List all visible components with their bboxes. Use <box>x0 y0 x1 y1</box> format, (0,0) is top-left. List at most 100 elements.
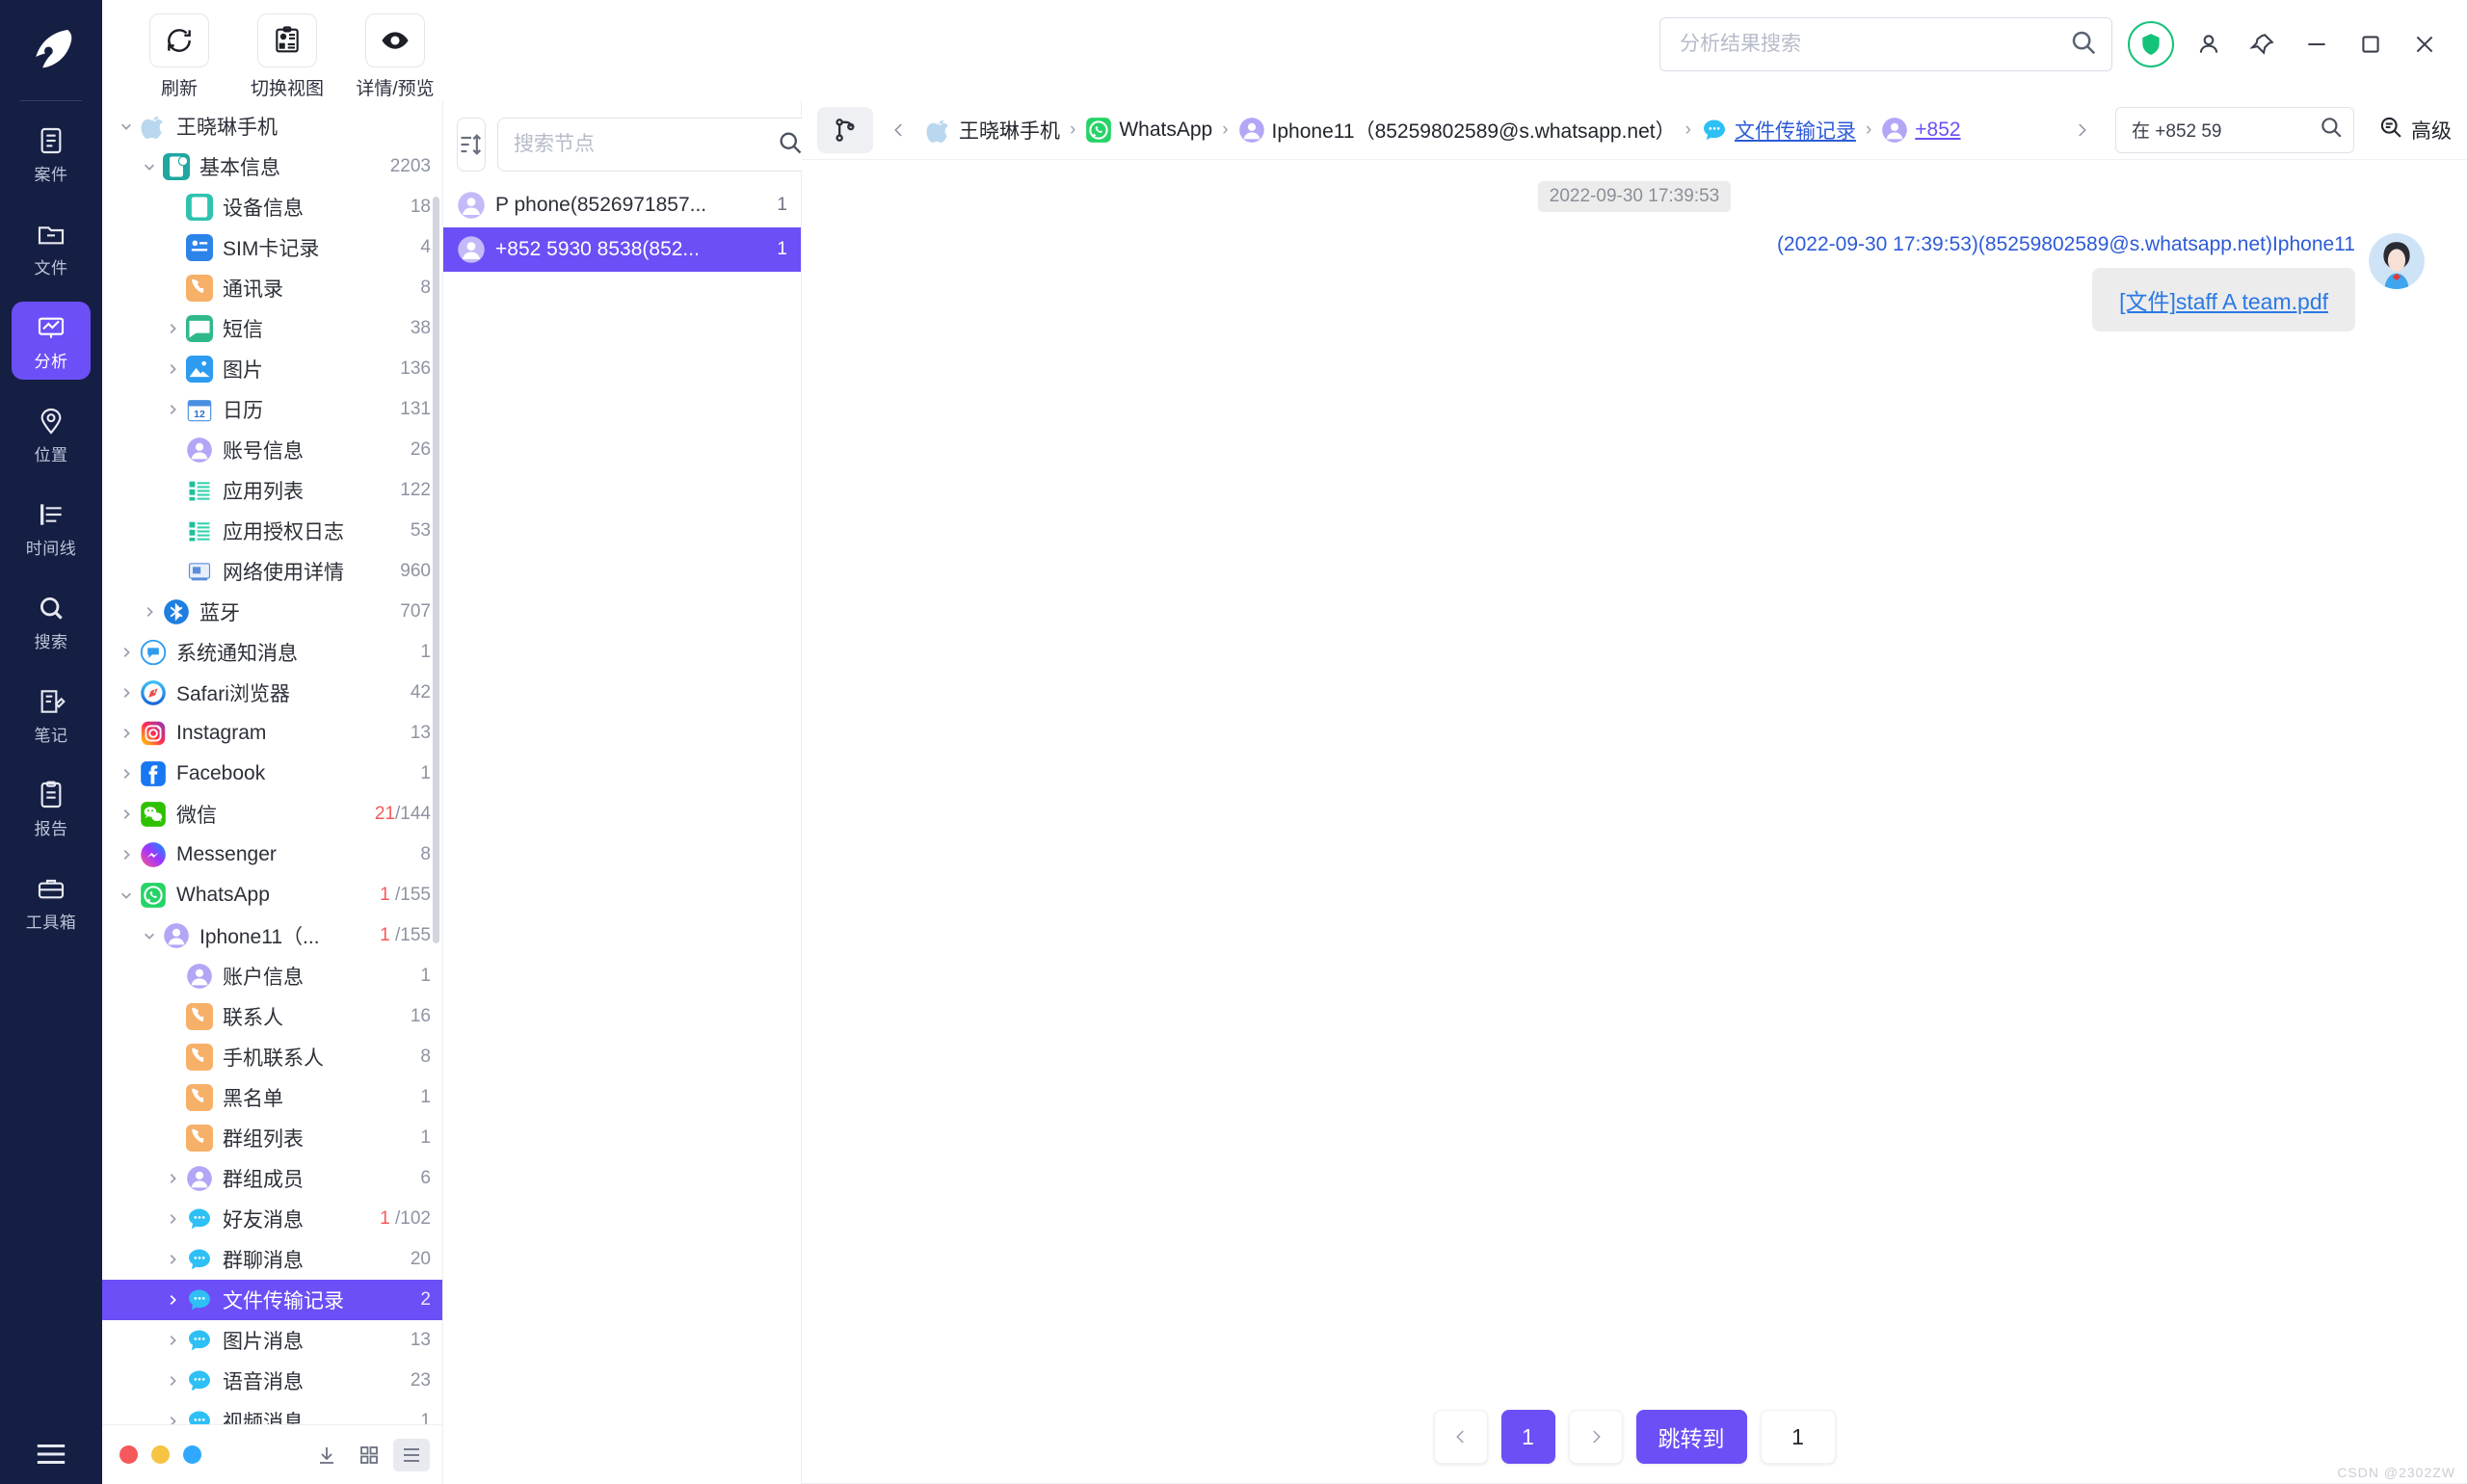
tree-item[interactable]: 语音消息23 <box>102 1361 442 1401</box>
hamburger-menu-icon[interactable] <box>0 1442 102 1467</box>
breadcrumb-back-button[interactable] <box>883 121 915 139</box>
refresh-button[interactable]: 刷新 <box>137 13 222 100</box>
analysis-search[interactable] <box>1659 17 2112 71</box>
sidebar-item-report[interactable]: 报告 <box>12 769 91 847</box>
tree-item[interactable]: 黑名单1 <box>102 1077 442 1118</box>
search-input[interactable] <box>2130 119 2319 142</box>
tree-item[interactable]: 账户信息1 <box>102 956 442 996</box>
breadcrumb-item[interactable]: 文件传输记录 <box>1735 116 1856 145</box>
branch-icon[interactable] <box>817 107 873 153</box>
content-search[interactable] <box>2115 107 2354 153</box>
chevron-right-icon[interactable] <box>137 605 162 619</box>
prev-page-button[interactable] <box>1434 1410 1488 1464</box>
list-view-icon[interactable] <box>393 1439 430 1471</box>
search-icon[interactable] <box>2319 115 2344 145</box>
tree-scrollbar[interactable] <box>433 197 439 943</box>
list-item[interactable]: +852 5930 8538(852...1 <box>443 227 801 272</box>
chevron-right-icon[interactable] <box>160 322 185 335</box>
tree-item[interactable]: Iphone11（...1 /155 <box>102 915 442 956</box>
chevron-right-icon[interactable] <box>114 646 139 659</box>
next-page-button[interactable] <box>1569 1410 1623 1464</box>
sidebar-item-search[interactable]: 搜索 <box>12 582 91 660</box>
tree-item[interactable]: 手机联系人8 <box>102 1037 442 1077</box>
jump-page-input[interactable] <box>1761 1410 1836 1464</box>
chevron-down-icon[interactable] <box>114 888 139 902</box>
download-icon[interactable] <box>308 1439 345 1471</box>
chevron-right-icon[interactable] <box>114 808 139 821</box>
tree-item[interactable]: Messenger8 <box>102 835 442 875</box>
minimize-icon[interactable] <box>2297 25 2336 64</box>
tree-item[interactable]: 文件传输记录2 <box>102 1280 442 1320</box>
chevron-right-icon[interactable] <box>160 1293 185 1307</box>
search-input[interactable] <box>1678 32 2069 57</box>
file-attachment-link[interactable]: [文件]staff A team.pdf <box>2119 289 2328 314</box>
chevron-right-icon[interactable] <box>160 403 185 416</box>
breadcrumb-item[interactable]: 王晓琳手机 <box>959 116 1060 145</box>
tree-item[interactable]: Safari浏览器42 <box>102 673 442 713</box>
chevron-right-icon[interactable] <box>114 848 139 861</box>
tree-item[interactable]: 基本信息2203 <box>102 146 442 187</box>
sidebar-item-toolbox[interactable]: 工具箱 <box>12 862 91 941</box>
tree-item[interactable]: 好友消息1 /102 <box>102 1199 442 1239</box>
tree-item[interactable]: 设备信息18 <box>102 187 442 227</box>
tree-item[interactable]: Facebook1 <box>102 754 442 794</box>
tree-item[interactable]: 通讯录8 <box>102 268 442 308</box>
tree-item[interactable]: SIM卡记录4 <box>102 227 442 268</box>
tree-item[interactable]: 联系人16 <box>102 996 442 1037</box>
sidebar-item-analysis[interactable]: 分析 <box>12 302 91 380</box>
sidebar-item-location[interactable]: 位置 <box>12 395 91 473</box>
tree-item[interactable]: 王晓琳手机 <box>102 106 442 146</box>
tree-item[interactable]: 应用授权日志53 <box>102 511 442 551</box>
node-search[interactable] <box>497 118 818 172</box>
tree-item[interactable]: 微信21/144 <box>102 794 442 835</box>
tree-item[interactable]: WhatsApp1 /155 <box>102 875 442 915</box>
chevron-down-icon[interactable] <box>114 119 139 133</box>
tree-item[interactable]: 图片136 <box>102 349 442 389</box>
maximize-icon[interactable] <box>2351 25 2390 64</box>
chevron-right-icon[interactable] <box>160 1212 185 1226</box>
list-item[interactable]: P phone(8526971857...1 <box>443 183 801 227</box>
tree-item[interactable]: 蓝牙707 <box>102 592 442 632</box>
detail-preview-button[interactable]: 详情/预览 <box>353 13 438 100</box>
switch-view-button[interactable]: 切换视图 <box>245 13 330 100</box>
breadcrumb-forward-button[interactable] <box>2065 121 2098 139</box>
sort-icon[interactable] <box>457 118 486 172</box>
chevron-down-icon[interactable] <box>137 929 162 942</box>
tree-item[interactable]: 12日历131 <box>102 389 442 430</box>
user-icon[interactable] <box>2189 25 2228 64</box>
breadcrumb-item[interactable]: WhatsApp <box>1119 119 1212 142</box>
breadcrumb-item[interactable]: +852 <box>1915 119 1960 142</box>
grid-view-icon[interactable] <box>351 1439 387 1471</box>
pin-icon[interactable] <box>2243 25 2282 64</box>
page-number-button[interactable]: 1 <box>1501 1410 1555 1464</box>
tree-item[interactable]: 短信38 <box>102 308 442 349</box>
search-icon[interactable] <box>777 129 804 161</box>
tree-item[interactable]: 群组成员6 <box>102 1158 442 1199</box>
tree-item[interactable]: 应用列表122 <box>102 470 442 511</box>
breadcrumb-item[interactable]: Iphone11（85259802589@s.whatsapp.net） <box>1272 116 1676 145</box>
chevron-right-icon[interactable] <box>160 1334 185 1347</box>
sidebar-item-notes[interactable]: 笔记 <box>12 676 91 754</box>
close-icon[interactable] <box>2405 25 2444 64</box>
search-icon[interactable] <box>2069 28 2098 62</box>
tree-item[interactable]: Instagram13 <box>102 713 442 754</box>
tree-item[interactable]: 群组列表1 <box>102 1118 442 1158</box>
chevron-right-icon[interactable] <box>114 686 139 700</box>
sidebar-item-timeline[interactable]: 时间线 <box>12 489 91 567</box>
chevron-right-icon[interactable] <box>160 1374 185 1388</box>
sidebar-item-case[interactable]: 案件 <box>12 115 91 193</box>
tree-item[interactable]: 群聊消息20 <box>102 1239 442 1280</box>
chevron-right-icon[interactable] <box>160 362 185 376</box>
tree-item[interactable]: 网络使用详情960 <box>102 551 442 592</box>
verified-shield-icon[interactable] <box>2128 21 2174 67</box>
tree-item[interactable]: 系统通知消息1 <box>102 632 442 673</box>
search-input[interactable] <box>512 132 777 157</box>
chevron-down-icon[interactable] <box>137 160 162 173</box>
tree-item[interactable]: 账号信息26 <box>102 430 442 470</box>
tree-item[interactable]: 图片消息13 <box>102 1320 442 1361</box>
chevron-right-icon[interactable] <box>160 1253 185 1266</box>
chevron-right-icon[interactable] <box>114 727 139 740</box>
jump-to-page-button[interactable]: 跳转到 <box>1636 1410 1747 1464</box>
advanced-search-button[interactable]: 高级 <box>2364 114 2452 146</box>
chevron-right-icon[interactable] <box>114 767 139 781</box>
